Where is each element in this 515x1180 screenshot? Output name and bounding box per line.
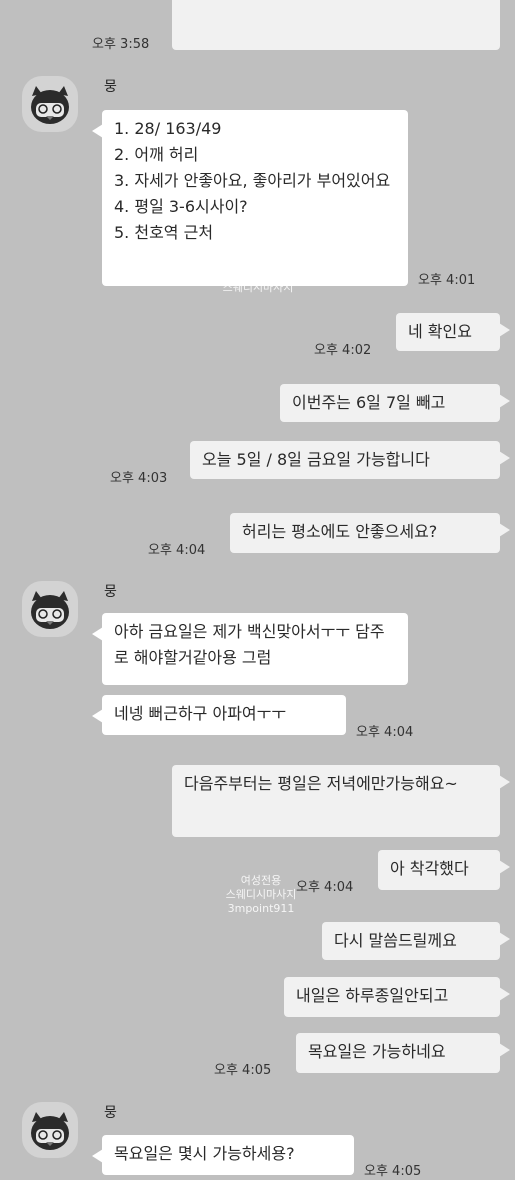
message-text: 네 확인요 bbox=[408, 322, 472, 341]
message-text: 1. 28/ 163/49 2. 어깨 허리 3. 자세가 안좋아요, 좋아리가… bbox=[114, 119, 391, 242]
message-bubble-outgoing[interactable]: 다음주부터는 평일은 저녁에만가능해요~ bbox=[172, 765, 510, 837]
message-text: 내일은 하루종일안되고 bbox=[296, 986, 449, 1005]
message-bubble-outgoing[interactable]: 오늘 5일 / 8일 금요일 가능합니다 bbox=[190, 441, 510, 479]
message-bubble-outgoing[interactable]: 네 확인요 bbox=[396, 313, 510, 351]
watermark: 스웨디시마사지 bbox=[222, 281, 294, 294]
message-time: 오후 4:01 bbox=[418, 273, 476, 288]
message-text: 목요일은 가능하네요 bbox=[308, 1042, 446, 1061]
message-bubble-outgoing[interactable]: 목요일은 가능하네요 bbox=[296, 1033, 510, 1073]
message-bubble-incoming[interactable]: 아하 금요일은 제가 백신맞아서ㅜㅜ 담주로 해야할거같아용 그럼 bbox=[92, 613, 408, 685]
sender-name: 뭉 bbox=[104, 1105, 117, 1121]
message-text: 아 착각했다 bbox=[390, 859, 469, 878]
message-time: 오후 4:02 bbox=[314, 343, 372, 358]
message-bubble-outgoing[interactable]: 내일은 하루종일안되고 bbox=[284, 977, 510, 1017]
message-time: 오후 3:58 bbox=[92, 37, 150, 52]
message-bubble-incoming[interactable]: 네넹 뻐근하구 아파여ㅜㅜ bbox=[92, 695, 346, 735]
message-bubble-incoming[interactable]: 목요일은 몇시 가능하세용? bbox=[92, 1135, 354, 1175]
message-text: 목요일은 몇시 가능하세용? bbox=[114, 1144, 295, 1163]
message-text: 네넹 뻐근하구 아파여ㅜㅜ bbox=[114, 704, 287, 723]
sender-name: 뭉 bbox=[104, 584, 117, 600]
message-time: 오후 4:04 bbox=[356, 725, 414, 740]
message-bubble-outgoing[interactable]: 다시 말씀드릴께요 bbox=[322, 922, 510, 960]
message-bubble-outgoing[interactable]: 허리는 평소에도 안좋으세요? bbox=[230, 513, 510, 553]
message-bubble-outgoing[interactable]: 5. bbox=[172, 0, 500, 50]
message-text: 아하 금요일은 제가 백신맞아서ㅜㅜ 담주로 해야할거같아용 그럼 bbox=[114, 622, 385, 667]
character-avatar-icon bbox=[31, 86, 69, 124]
message-text: 다시 말씀드릴께요 bbox=[334, 931, 457, 950]
message-bubble-outgoing[interactable]: 이번주는 6일 7일 빼고 bbox=[280, 384, 510, 422]
message-text: 오늘 5일 / 8일 금요일 가능합니다 bbox=[202, 450, 430, 469]
message-text: 허리는 평소에도 안좋으세요? bbox=[242, 522, 438, 541]
character-avatar-icon bbox=[31, 591, 69, 629]
message-text: 다음주부터는 평일은 저녁에만가능해요~ bbox=[184, 774, 458, 793]
message-time: 오후 4:05 bbox=[214, 1063, 272, 1078]
character-avatar-icon bbox=[31, 1112, 69, 1150]
avatar[interactable] bbox=[22, 76, 78, 132]
message-bubble-incoming[interactable]: 1. 28/ 163/49 2. 어깨 허리 3. 자세가 안좋아요, 좋아리가… bbox=[92, 110, 408, 286]
avatar[interactable] bbox=[22, 581, 78, 637]
message-text: 이번주는 6일 7일 빼고 bbox=[292, 393, 446, 412]
sender-name: 뭉 bbox=[104, 79, 117, 95]
message-bubble-outgoing[interactable]: 아 착각했다 bbox=[378, 850, 510, 890]
watermark: 여성전용 스웨디시마사지 3mpoint911 bbox=[225, 874, 297, 915]
avatar[interactable] bbox=[22, 1102, 78, 1158]
message-time: 오후 4:04 bbox=[148, 543, 206, 558]
message-time: 오후 4:05 bbox=[364, 1164, 422, 1179]
message-time: 오후 4:03 bbox=[110, 471, 168, 486]
